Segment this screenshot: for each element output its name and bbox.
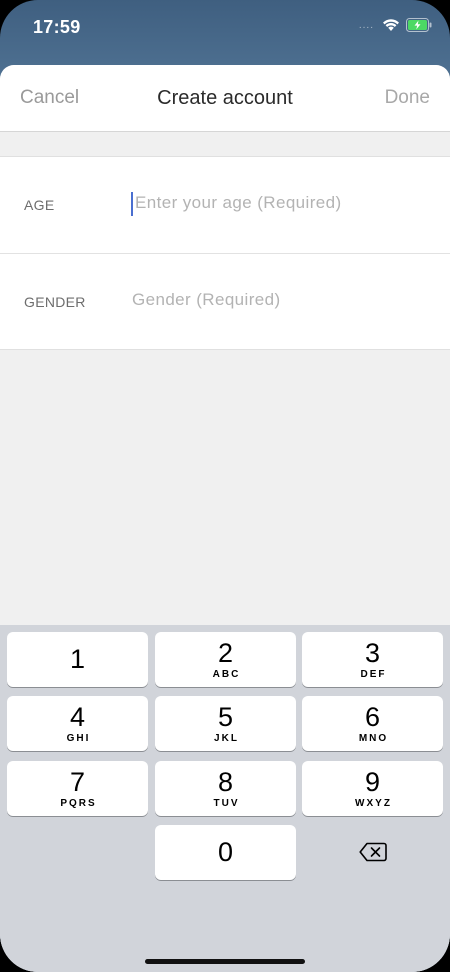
key-letters: DEF — [360, 669, 387, 680]
home-indicator[interactable] — [145, 959, 305, 964]
gender-input[interactable]: Gender (Required) — [132, 290, 281, 310]
key-digit: 8 — [217, 767, 234, 797]
gender-label: GENDER — [24, 294, 86, 310]
key-letters: GHI — [66, 733, 91, 744]
age-label: AGE — [24, 197, 55, 213]
phone-screen: 17:59 .... Cancel Create account Done AG… — [0, 0, 450, 972]
key-digit: 6 — [364, 702, 381, 732]
backspace-icon — [359, 842, 387, 862]
done-button[interactable]: Done — [385, 87, 430, 109]
key-3[interactable]: 3 DEF — [302, 632, 443, 687]
key-4[interactable]: 4 GHI — [7, 696, 148, 751]
create-account-sheet: Cancel Create account Done AGE Enter you… — [0, 65, 450, 972]
key-digit: 1 — [69, 644, 86, 674]
gender-row[interactable]: GENDER Gender (Required) — [0, 253, 450, 349]
key-digit: 4 — [69, 702, 86, 732]
key-1[interactable]: 1 — [7, 632, 148, 687]
number-keypad: 1 2 ABC 3 DEF 4 GHI 5 JKL 6 MNO 7 PQRS 8… — [0, 625, 450, 972]
key-digit: 2 — [217, 638, 234, 668]
key-digit: 7 — [69, 767, 86, 797]
key-letters: MNO — [358, 733, 389, 744]
text-caret — [131, 192, 133, 216]
key-0[interactable]: 0 — [155, 825, 296, 880]
status-indicators: .... — [359, 18, 432, 32]
status-time: 17:59 — [33, 17, 81, 37]
age-input[interactable]: Enter your age (Required) — [135, 193, 342, 213]
page-title: Create account — [157, 87, 293, 109]
key-5[interactable]: 5 JKL — [155, 696, 296, 751]
key-digit: 0 — [217, 837, 234, 867]
key-letters: TUV — [213, 798, 240, 809]
nav-bar: Cancel Create account Done — [0, 65, 450, 132]
key-digit: 3 — [364, 638, 381, 668]
key-letters: WXYZ — [355, 798, 392, 809]
key-7[interactable]: 7 PQRS — [7, 761, 148, 816]
delete-key[interactable] — [302, 825, 443, 880]
key-6[interactable]: 6 MNO — [302, 696, 443, 751]
key-letters: JKL — [214, 733, 239, 744]
key-digit: 5 — [217, 702, 234, 732]
key-2[interactable]: 2 ABC — [155, 632, 296, 687]
key-8[interactable]: 8 TUV — [155, 761, 296, 816]
wifi-icon — [382, 18, 400, 32]
signal-icon: .... — [358, 19, 374, 31]
key-letters: ABC — [212, 669, 241, 680]
battery-charging-icon — [406, 18, 432, 32]
key-letters: PQRS — [60, 798, 97, 809]
status-bar: 17:59 .... — [0, 0, 450, 60]
key-9[interactable]: 9 WXYZ — [302, 761, 443, 816]
age-row[interactable]: AGE Enter your age (Required) — [0, 157, 450, 253]
account-form: AGE Enter your age (Required) GENDER Gen… — [0, 156, 450, 350]
key-digit: 9 — [364, 767, 381, 797]
